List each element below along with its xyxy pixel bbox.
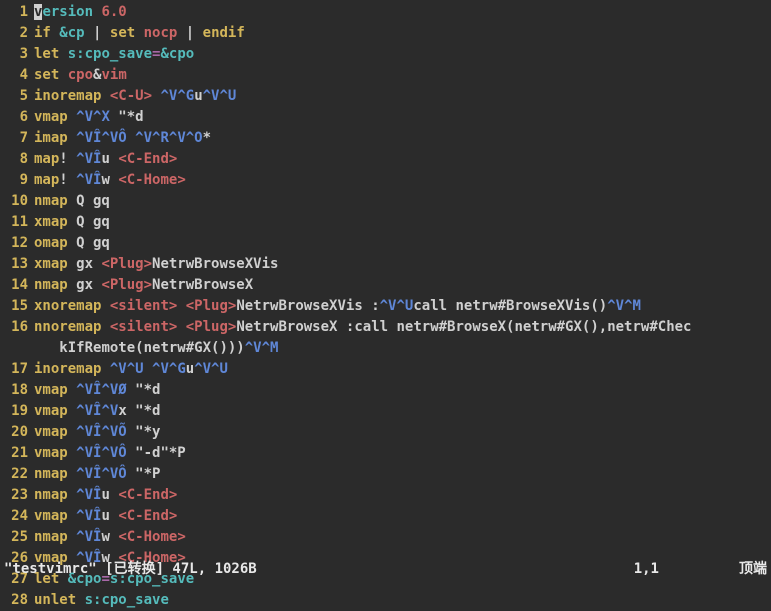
code-line[interactable]: 10nmap Q gq <box>0 191 771 212</box>
status-line: "testvimrc" [已转换] 47L, 1026B 1,1 顶端 <box>0 559 771 582</box>
code-line[interactable]: 14nmap gx <Plug>NetrwBrowseX <box>0 275 771 296</box>
line-number: 21 <box>0 443 34 464</box>
status-filename: "testvimrc" [已转换] 47L, 1026B <box>4 559 634 580</box>
line-number: 13 <box>0 254 34 275</box>
line-number: 28 <box>0 590 34 611</box>
line-number: 25 <box>0 527 34 548</box>
code-line[interactable]: 20vmap ^VÎ^VÕ "*y <box>0 422 771 443</box>
code-content: nmap ^VÎ^VÔ "*P <box>34 464 771 485</box>
code-content: if &cp | set nocp | endif <box>34 23 771 44</box>
line-number: 22 <box>0 464 34 485</box>
code-line[interactable]: 2if &cp | set nocp | endif <box>0 23 771 44</box>
code-line[interactable]: 16nnoremap <silent> <Plug>NetrwBrowseX :… <box>0 317 771 338</box>
code-content: vmap ^VÎu <C-End> <box>34 506 771 527</box>
code-content: nmap gx <Plug>NetrwBrowseX <box>34 275 771 296</box>
code-line[interactable]: 8map! ^VÎu <C-End> <box>0 149 771 170</box>
code-content: xmap Q gq <box>34 212 771 233</box>
line-number: 3 <box>0 44 34 65</box>
code-line[interactable]: 11xmap Q gq <box>0 212 771 233</box>
code-content: inoremap ^V^U ^V^Gu^V^U <box>34 359 771 380</box>
line-number: 14 <box>0 275 34 296</box>
code-line[interactable]: 17inoremap ^V^U ^V^Gu^V^U <box>0 359 771 380</box>
code-content: xmap gx <Plug>NetrwBrowseXVis <box>34 254 771 275</box>
code-line[interactable]: 21vmap ^VÎ^VÔ "-d"*P <box>0 443 771 464</box>
editor-area[interactable]: 1version 6.02if &cp | set nocp | endif3l… <box>0 0 771 611</box>
line-number: 17 <box>0 359 34 380</box>
code-line[interactable]: 3let s:cpo_save=&cpo <box>0 44 771 65</box>
line-number: 12 <box>0 233 34 254</box>
line-number: 15 <box>0 296 34 317</box>
line-number: 5 <box>0 86 34 107</box>
line-number <box>0 338 34 359</box>
line-number: 9 <box>0 170 34 191</box>
code-line[interactable]: kIfRemote(netrw#GX()))^V^M <box>0 338 771 359</box>
code-line[interactable]: 4set cpo&vim <box>0 65 771 86</box>
line-number: 1 <box>0 2 34 23</box>
code-content: nmap ^VÎu <C-End> <box>34 485 771 506</box>
line-number: 4 <box>0 65 34 86</box>
code-content: vmap ^VÎ^VÕ "*y <box>34 422 771 443</box>
line-number: 20 <box>0 422 34 443</box>
code-content: unlet s:cpo_save <box>34 590 771 611</box>
code-content: imap ^VÎ^VÔ ^V^R^V^O* <box>34 128 771 149</box>
code-line[interactable]: 19vmap ^VÎ^Vx "*d <box>0 401 771 422</box>
line-number: 19 <box>0 401 34 422</box>
code-content: vmap ^VÎ^Vx "*d <box>34 401 771 422</box>
code-line[interactable]: 12omap Q gq <box>0 233 771 254</box>
code-content: version 6.0 <box>34 2 771 23</box>
code-content: vmap ^VÎ^VØ "*d <box>34 380 771 401</box>
status-scroll: 顶端 <box>739 559 767 580</box>
line-number: 7 <box>0 128 34 149</box>
status-cursor-pos: 1,1 <box>634 559 659 580</box>
code-content: nmap ^VÎw <C-Home> <box>34 527 771 548</box>
line-number: 18 <box>0 380 34 401</box>
line-number: 10 <box>0 191 34 212</box>
code-content: xnoremap <silent> <Plug>NetrwBrowseXVis … <box>34 296 771 317</box>
code-line[interactable]: 24vmap ^VÎu <C-End> <box>0 506 771 527</box>
line-number: 11 <box>0 212 34 233</box>
code-line[interactable]: 5inoremap <C-U> ^V^Gu^V^U <box>0 86 771 107</box>
code-content: set cpo&vim <box>34 65 771 86</box>
line-number: 16 <box>0 317 34 338</box>
code-line[interactable]: 28unlet s:cpo_save <box>0 590 771 611</box>
code-line[interactable]: 9map! ^VÎw <C-Home> <box>0 170 771 191</box>
code-content: vmap ^V^X "*d <box>34 107 771 128</box>
code-line[interactable]: 22nmap ^VÎ^VÔ "*P <box>0 464 771 485</box>
code-line[interactable]: 1version 6.0 <box>0 2 771 23</box>
code-content: nnoremap <silent> <Plug>NetrwBrowseX :ca… <box>34 317 771 338</box>
line-number: 6 <box>0 107 34 128</box>
line-number: 2 <box>0 23 34 44</box>
code-line[interactable]: 15xnoremap <silent> <Plug>NetrwBrowseXVi… <box>0 296 771 317</box>
line-number: 23 <box>0 485 34 506</box>
code-line[interactable]: 13xmap gx <Plug>NetrwBrowseXVis <box>0 254 771 275</box>
code-line[interactable]: 25nmap ^VÎw <C-Home> <box>0 527 771 548</box>
line-number: 8 <box>0 149 34 170</box>
code-content: kIfRemote(netrw#GX()))^V^M <box>34 338 771 359</box>
code-content: vmap ^VÎ^VÔ "-d"*P <box>34 443 771 464</box>
code-content: map! ^VÎu <C-End> <box>34 149 771 170</box>
code-line[interactable]: 23nmap ^VÎu <C-End> <box>0 485 771 506</box>
code-content: omap Q gq <box>34 233 771 254</box>
code-content: map! ^VÎw <C-Home> <box>34 170 771 191</box>
code-line[interactable]: 18vmap ^VÎ^VØ "*d <box>0 380 771 401</box>
code-content: nmap Q gq <box>34 191 771 212</box>
code-line[interactable]: 7imap ^VÎ^VÔ ^V^R^V^O* <box>0 128 771 149</box>
line-number: 24 <box>0 506 34 527</box>
code-content: let s:cpo_save=&cpo <box>34 44 771 65</box>
code-line[interactable]: 6vmap ^V^X "*d <box>0 107 771 128</box>
code-content: inoremap <C-U> ^V^Gu^V^U <box>34 86 771 107</box>
cursor: v <box>34 4 42 20</box>
